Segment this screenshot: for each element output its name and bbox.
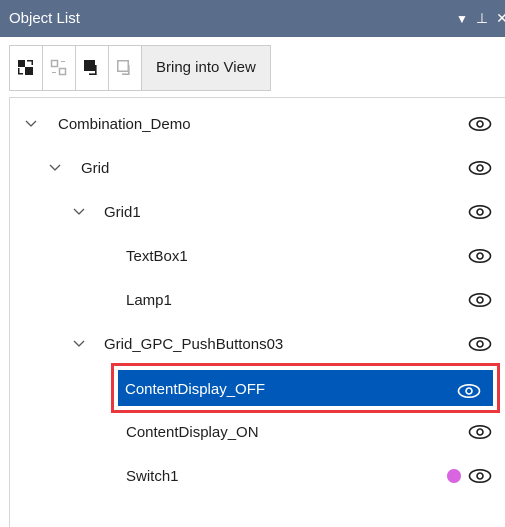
send-to-back-icon	[117, 59, 130, 75]
eye-icon[interactable]	[468, 336, 492, 352]
ungroup-objects-button[interactable]	[42, 44, 75, 91]
tree-item-label: Grid1	[104, 203, 141, 221]
eye-icon[interactable]	[468, 424, 492, 440]
tree-item-contentdisplay-on[interactable]: ContentDisplay_ON	[10, 415, 505, 449]
panel-title: Object List	[9, 10, 80, 27]
ungroup-objects-icon	[50, 59, 67, 75]
chevron-down-icon[interactable]	[72, 337, 86, 351]
close-icon[interactable]: ✕	[493, 10, 505, 27]
tree-item-label: ContentDisplay_OFF	[125, 381, 266, 398]
object-tree-panel: Combination_Demo Grid Grid1 TextBox1 Lam…	[9, 97, 505, 527]
eye-icon[interactable]	[468, 160, 492, 176]
chevron-down-icon[interactable]	[48, 161, 62, 175]
tree-item-label: Grid	[81, 159, 110, 177]
chevron-down-icon[interactable]: ▼	[453, 12, 471, 26]
chevron-down-icon[interactable]	[72, 205, 86, 219]
send-to-back-button[interactable]	[108, 44, 141, 91]
tree-item-combination-demo[interactable]: Combination_Demo	[10, 107, 505, 141]
group-objects-icon	[18, 59, 33, 75]
eye-icon[interactable]	[468, 204, 492, 220]
bring-to-front-button[interactable]	[75, 44, 108, 91]
tree-item-label: Grid_GPC_PushButtons03	[104, 335, 284, 353]
tree-item-grid-gpc-pushbuttons03[interactable]: Grid_GPC_PushButtons03	[10, 327, 505, 361]
selection-highlight-frame: ContentDisplay_OFF	[111, 363, 500, 413]
tree-item-label: ContentDisplay_ON	[126, 423, 259, 441]
bring-to-front-icon	[84, 59, 97, 75]
tree-item-lamp1[interactable]: Lamp1	[10, 283, 505, 317]
chevron-down-icon[interactable]	[24, 117, 38, 131]
eye-icon[interactable]	[468, 468, 492, 484]
panel-title-bar: Object List ▼ ⊥ ✕	[0, 0, 505, 37]
pin-icon[interactable]: ⊥	[473, 10, 491, 27]
object-list-toolbar: Bring into View	[9, 44, 505, 91]
tree-item-textbox1[interactable]: TextBox1	[10, 239, 505, 273]
eye-icon[interactable]	[468, 248, 492, 264]
eye-icon[interactable]	[468, 116, 492, 132]
tree-item-grid[interactable]: Grid	[10, 151, 505, 185]
group-objects-button[interactable]	[9, 44, 42, 91]
tree-item-grid1[interactable]: Grid1	[10, 195, 505, 229]
status-dot	[447, 469, 461, 483]
tree-item-label: Lamp1	[126, 291, 172, 309]
tree-item-label: Combination_Demo	[58, 115, 191, 133]
eye-icon[interactable]	[468, 292, 492, 308]
tree-item-label: Switch1	[126, 467, 179, 485]
eye-icon[interactable]	[457, 383, 481, 399]
tree-item-switch1[interactable]: Switch1	[10, 459, 505, 493]
bring-into-view-button[interactable]: Bring into View	[141, 44, 271, 91]
tree-item-label: TextBox1	[126, 247, 188, 265]
tree-item-contentdisplay-off[interactable]: ContentDisplay_OFF	[118, 370, 493, 406]
